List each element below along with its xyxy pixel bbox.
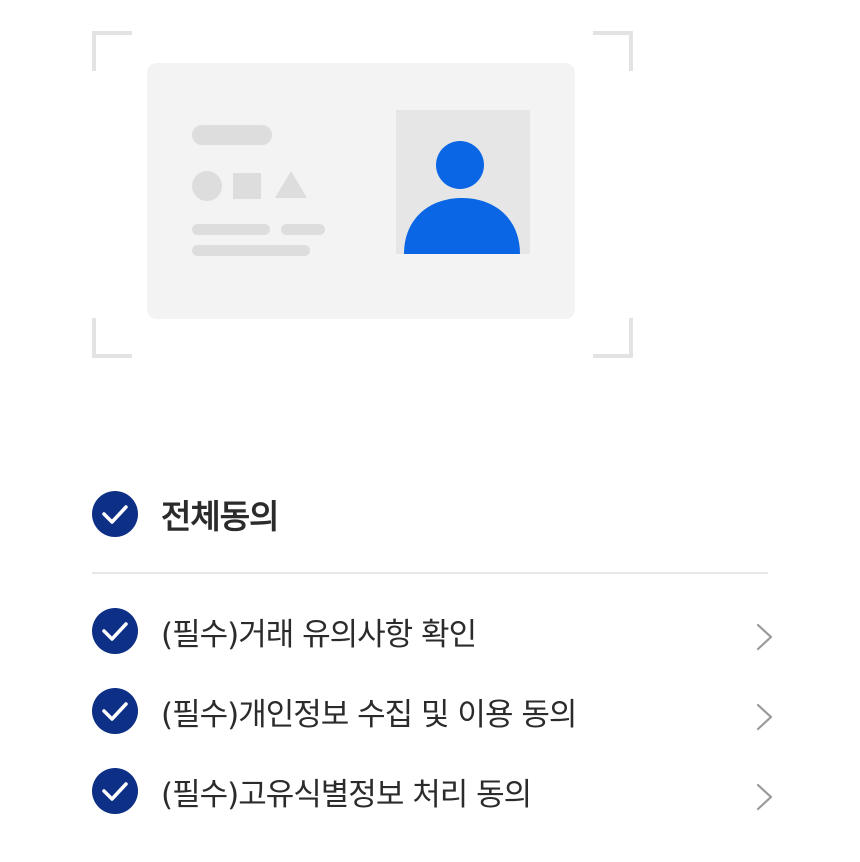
- term-item-transaction-notice[interactable]: (필수)거래 유의사항 확인: [92, 606, 776, 686]
- triangle-shape-icon: [275, 171, 307, 198]
- card-text-line-placeholder: [281, 224, 325, 235]
- person-icon: [404, 141, 520, 254]
- checkmark-circle-icon[interactable]: [92, 688, 138, 734]
- term-label: (필수)고유식별정보 처리 동의: [161, 776, 532, 813]
- id-card: [147, 63, 575, 319]
- card-title-placeholder: [192, 125, 272, 145]
- term-label: (필수)개인정보 수집 및 이용 동의: [161, 696, 577, 733]
- chevron-right-icon[interactable]: [754, 622, 776, 652]
- term-item-unique-id[interactable]: (필수)고유식별정보 처리 동의: [92, 766, 776, 846]
- divider: [92, 572, 768, 574]
- agree-all-label: 전체동의: [161, 497, 279, 536]
- scan-frame-corner-top-left: [92, 31, 132, 71]
- id-card-illustration: [0, 0, 860, 380]
- agree-all-checkbox[interactable]: 전체동의: [92, 490, 279, 538]
- terms-list: (필수)거래 유의사항 확인 (필수)개인정보 수집 및 이용 동의 (필수)고…: [92, 606, 776, 846]
- checkmark-circle-icon[interactable]: [92, 608, 138, 654]
- term-item-personal-info[interactable]: (필수)개인정보 수집 및 이용 동의: [92, 686, 776, 766]
- id-photo: [396, 110, 530, 254]
- chevron-right-icon[interactable]: [754, 782, 776, 812]
- square-shape-icon: [233, 173, 261, 199]
- term-label: (필수)거래 유의사항 확인: [161, 616, 477, 653]
- scan-frame-corner-bottom-right: [593, 318, 633, 358]
- card-text-line-placeholder: [192, 245, 310, 256]
- card-text-line-placeholder: [192, 224, 270, 235]
- chevron-right-icon[interactable]: [754, 702, 776, 732]
- checkmark-circle-icon: [92, 491, 138, 537]
- circle-shape-icon: [192, 171, 222, 201]
- scan-frame-corner-bottom-left: [92, 318, 132, 358]
- checkmark-circle-icon[interactable]: [92, 768, 138, 814]
- scan-frame-corner-top-right: [593, 31, 633, 71]
